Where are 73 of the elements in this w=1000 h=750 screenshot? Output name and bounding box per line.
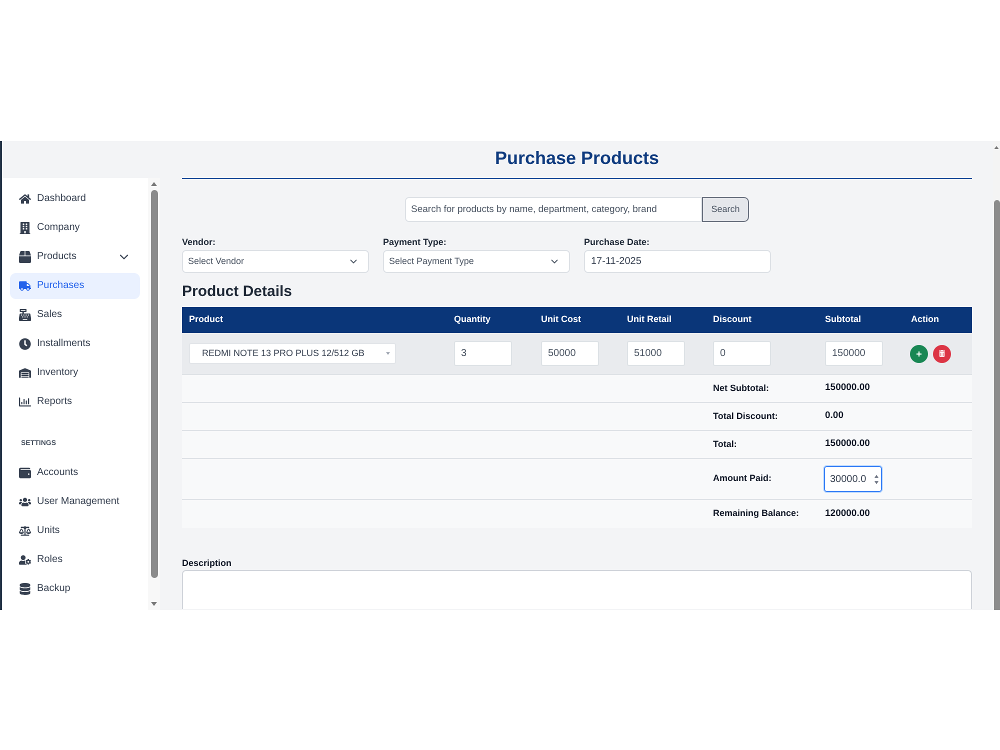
page-title: Purchase Products [494,146,660,170]
summary-value: 150000.00 [824,381,871,396]
summary-value: 120000.00 [824,506,871,521]
trash-icon [939,350,945,357]
field-label: Purchase Date: [584,236,651,248]
box-icon [19,251,31,263]
user-gear-icon [19,554,31,566]
sidebar-item[interactable]: Backup [10,576,140,602]
scrollbar[interactable] [148,178,160,610]
users-icon [19,496,31,508]
scroll-up-icon[interactable] [151,182,157,186]
column-header: Action [910,313,940,326]
column-header: Subtotal [824,313,862,326]
sidebar-item[interactable]: Purchases [10,273,140,299]
dropdown[interactable]: Select Payment Type [383,250,570,273]
unit-retail-field[interactable]: 51000 [627,341,685,366]
summary-value: 0.00 [824,409,844,424]
scrollbar-thumb[interactable] [994,200,1000,610]
warehouse-icon [19,367,31,379]
scrollbar-thumb[interactable] [150,190,158,578]
sidebar-item[interactable]: Installments [10,331,140,357]
truck-icon [19,280,31,292]
scale-icon [19,525,31,537]
search-field[interactable]: Search for products by name, department, category, brand [405,197,702,222]
sidebar-item[interactable]: Dashboard [10,186,140,212]
plus-icon [916,350,922,356]
summary-label: Remaining Balance: [712,507,800,520]
summary-label: Total Discount: [712,410,779,423]
sidebar-item[interactable]: Accounts [10,460,140,486]
summary-label: Total: [712,438,738,451]
column-header: Unit Retail [626,313,673,326]
column-header: Unit Cost [540,313,582,326]
clock-icon [19,338,31,350]
unit-cost-field[interactable]: 50000 [541,341,599,366]
column-header: Discount [712,313,753,326]
spinner-icon[interactable] [874,474,879,484]
cash-register-icon [19,309,31,321]
sidebar-item[interactable]: Sales [10,302,140,328]
summary-label: Net Subtotal: [712,382,770,395]
field-label: Vendor: [182,236,217,248]
discount-field[interactable]: 0 [713,341,771,366]
sidebar-item[interactable]: Units [10,518,140,544]
add-row-button[interactable] [910,344,928,362]
sidebar-item[interactable]: Products [10,244,140,270]
sidebar-item[interactable]: Reports [10,389,140,415]
sidebar-item[interactable]: Company [10,215,140,241]
summary-label: Amount Paid: [712,472,772,486]
subtotal-field[interactable]: 150000 [825,341,883,366]
delete-row-button[interactable] [933,344,951,362]
scroll-up-icon[interactable] [994,146,999,148]
column-header: Quantity [453,313,492,326]
column-header: Product [188,313,224,326]
field-label: Payment Type: [383,236,448,248]
sidebar-item[interactable]: Roles [10,547,140,573]
dropdown[interactable]: Select Vendor [182,250,369,273]
field-label: Description [182,558,233,568]
search-button[interactable]: Search [702,197,749,222]
date-field[interactable]: 17-11-2025 [584,250,771,273]
bar-chart-icon [19,396,31,408]
quantity-field[interactable]: 3 [454,341,512,366]
scroll-down-icon[interactable] [151,602,157,606]
database-icon [19,583,31,595]
section-title: Product Details [182,283,294,301]
amount-input[interactable]: 30000.0 [824,466,882,492]
wallet-icon [19,467,31,479]
product-dropdown[interactable]: REDMI NOTE 13 PRO PLUS 12/512 GB [189,343,396,364]
sidebar-item[interactable]: Inventory [10,360,140,386]
description-field[interactable] [182,570,972,609]
building-icon [19,222,31,234]
summary-value: 150000.00 [824,437,871,452]
house-icon [19,193,31,205]
caret-icon [386,352,390,355]
sidebar-item[interactable]: User Management [10,489,140,515]
